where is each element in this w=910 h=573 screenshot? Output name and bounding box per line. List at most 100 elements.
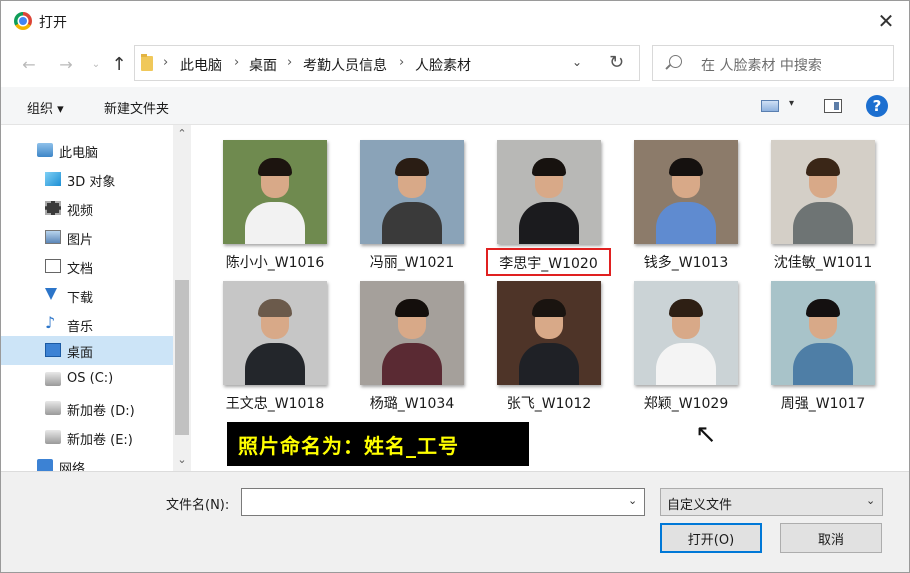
file-item[interactable]: 冯丽_W1021: [348, 140, 476, 280]
sidebar-item[interactable]: 图片: [1, 223, 173, 252]
sidebar-item[interactable]: 新加卷 (D:): [1, 394, 173, 423]
breadcrumb-separator-icon[interactable]: ›: [287, 55, 292, 70]
file-item[interactable]: 郑颖_W1029: [622, 281, 750, 421]
file-item[interactable]: 陈小小_W1016: [211, 140, 339, 280]
sidebar-item[interactable]: 新加卷 (E:): [1, 423, 173, 452]
file-name: 张飞_W1012: [506, 396, 592, 412]
file-name: 杨璐_W1034: [369, 396, 455, 412]
sidebar-item-label: 3D 对象: [67, 175, 116, 190]
sidebar-item[interactable]: 此电脑: [1, 136, 173, 165]
up-arrow-icon[interactable]: ↑: [108, 53, 130, 75]
organize-button[interactable]: 组织 ▾: [27, 98, 64, 117]
photo-thumbnail: [223, 281, 327, 385]
file-type-dropdown-icon[interactable]: ⌄: [866, 494, 875, 507]
filename-label: 文件名(N):: [166, 498, 230, 513]
close-button[interactable]: ✕: [863, 1, 909, 41]
file-item[interactable]: 杨璐_W1034: [348, 281, 476, 421]
sidebar-item[interactable]: 网络: [1, 452, 173, 471]
file-list: 陈小小_W1016 冯丽_W1021 李思宇_W1020 钱多_W1013 沈佳敏_W1…: [191, 125, 909, 471]
sidebar-item[interactable]: OS (C:): [1, 365, 173, 394]
title-bar: 打开 ✕: [1, 1, 909, 41]
person-body: [382, 343, 442, 385]
photo-thumbnail: [360, 140, 464, 244]
file-type-select[interactable]: 自定义文件: [660, 488, 883, 516]
cancel-button[interactable]: 取消: [780, 523, 882, 553]
3d-objects-icon: [45, 172, 61, 186]
breadcrumb-face-material[interactable]: 人脸素材: [415, 55, 471, 75]
breadcrumb-desktop[interactable]: 桌面: [249, 55, 277, 75]
person-body: [793, 202, 853, 244]
person-hair: [532, 299, 566, 317]
file-item[interactable]: 李思宇_W1020: [485, 140, 613, 280]
sidebar-scrollbar[interactable]: ⌃ ⌄: [173, 125, 191, 471]
sidebar-item[interactable]: 下载: [1, 281, 173, 310]
scrollbar-thumb[interactable]: [175, 280, 189, 435]
person-body: [245, 202, 305, 244]
file-item[interactable]: 王文忠_W1018: [211, 281, 339, 421]
open-button[interactable]: 打开(O): [660, 523, 762, 553]
person-body: [656, 202, 716, 244]
file-name: 冯丽_W1021: [369, 255, 455, 271]
sidebar-item-label: 此电脑: [59, 146, 99, 161]
file-item[interactable]: 钱多_W1013: [622, 140, 750, 280]
person-hair: [395, 299, 429, 317]
search-placeholder: 在 人脸素材 中搜索: [701, 58, 822, 74]
file-item[interactable]: 沈佳敏_W1011: [759, 140, 887, 280]
download-icon: [45, 288, 57, 300]
video-icon: [45, 201, 61, 215]
filename-dropdown-icon[interactable]: ⌄: [628, 494, 637, 507]
photo-thumbnail: [497, 140, 601, 244]
network-icon: [37, 459, 53, 471]
search-icon: [669, 55, 682, 68]
view-options-dropdown[interactable]: ▾: [789, 98, 794, 109]
address-dropdown-icon[interactable]: ⌄: [572, 55, 582, 69]
breadcrumb-separator-icon[interactable]: ›: [163, 55, 168, 70]
breadcrumb-this-pc[interactable]: 此电脑: [180, 55, 222, 75]
forward-arrow-icon[interactable]: →: [55, 53, 77, 75]
sidebar-item[interactable]: 桌面: [1, 336, 173, 365]
breadcrumb-separator-icon[interactable]: ›: [399, 55, 404, 70]
desktop-icon: [45, 343, 61, 357]
file-item[interactable]: 张飞_W1012: [485, 281, 613, 421]
breadcrumb-separator-icon[interactable]: ›: [234, 55, 239, 70]
person-body: [519, 202, 579, 244]
address-bar[interactable]: › 此电脑 › 桌面 › 考勤人员信息 › 人脸素材 ⌄ ↻: [134, 45, 640, 81]
scroll-up-icon[interactable]: ⌃: [173, 127, 191, 140]
person-hair: [669, 158, 703, 176]
new-folder-button[interactable]: 新建文件夹: [104, 98, 169, 117]
person-hair: [258, 158, 292, 176]
sidebar-item[interactable]: 视频: [1, 194, 173, 223]
search-input[interactable]: 在 人脸素材 中搜索: [652, 45, 894, 81]
drive-e-icon: [45, 430, 61, 444]
file-name: 王文忠_W1018: [225, 396, 325, 412]
sidebar-item[interactable]: 3D 对象: [1, 165, 173, 194]
sidebar-item-label: 文档: [67, 262, 94, 277]
refresh-icon[interactable]: ↻: [609, 52, 624, 73]
breadcrumb-attendance-info[interactable]: 考勤人员信息: [303, 55, 387, 75]
folder-icon: [141, 54, 153, 71]
sidebar-item[interactable]: ♪ 音乐: [1, 310, 173, 339]
back-arrow-icon[interactable]: ←: [18, 53, 40, 75]
recent-locations-icon[interactable]: ⌄: [85, 53, 107, 75]
file-item[interactable]: 周强_W1017: [759, 281, 887, 421]
music-icon: ♪: [45, 313, 56, 332]
naming-instruction-caption: 照片命名为：姓名_工号: [227, 422, 529, 466]
drive-d-icon: [45, 401, 61, 415]
sidebar-item-label: 新加卷 (E:): [67, 433, 133, 448]
person-hair: [395, 158, 429, 176]
sidebar-item[interactable]: 文档: [1, 252, 173, 281]
scroll-down-icon[interactable]: ⌄: [173, 453, 191, 466]
drive-c-icon: [45, 372, 61, 386]
person-hair: [532, 158, 566, 176]
photo-thumbnail: [497, 281, 601, 385]
person-hair: [806, 158, 840, 176]
help-icon[interactable]: ?: [866, 95, 888, 117]
preview-pane-icon[interactable]: [824, 99, 842, 113]
photo-thumbnail: [634, 281, 738, 385]
filename-input[interactable]: [241, 488, 645, 516]
command-toolbar: 组织 ▾ 新建文件夹 ▾ ?: [1, 87, 909, 125]
picture-icon: [45, 230, 61, 244]
change-view-icon[interactable]: [761, 100, 779, 112]
photo-thumbnail: [771, 281, 875, 385]
file-name: 沈佳敏_W1011: [773, 255, 873, 271]
